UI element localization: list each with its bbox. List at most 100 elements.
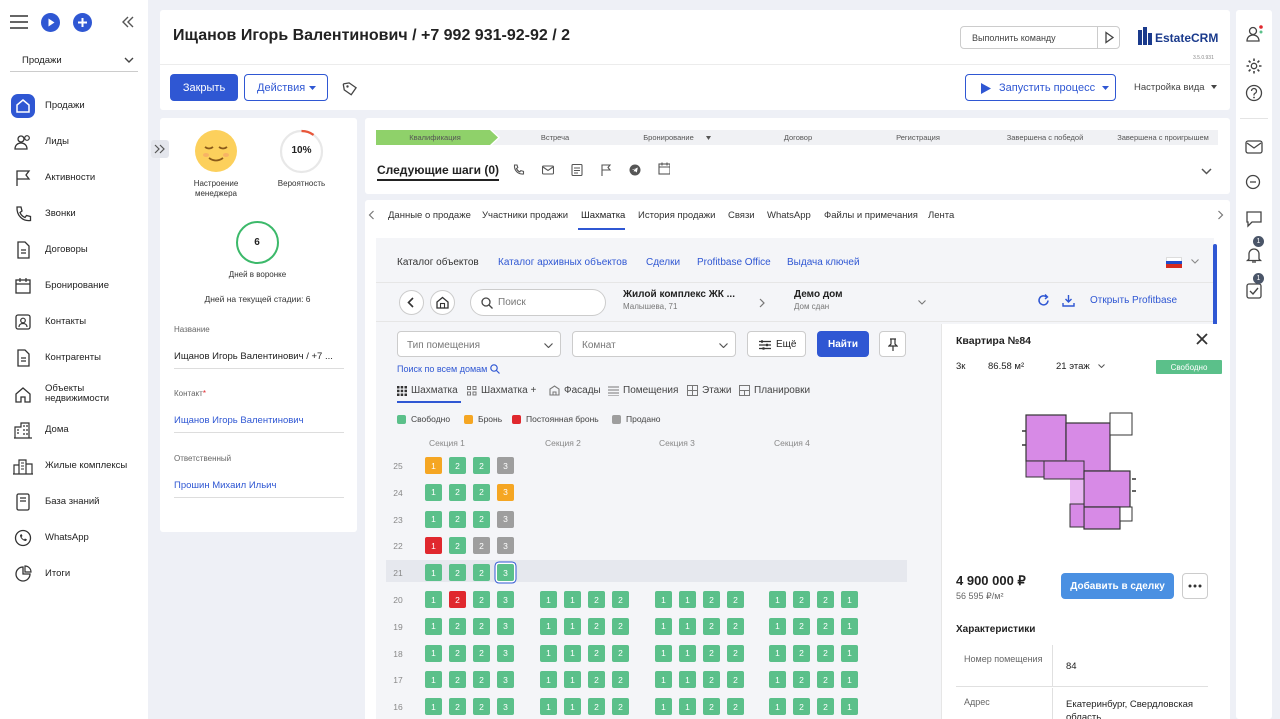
flat-cell[interactable]: 1 [769,617,786,635]
mail-icon[interactable] [1244,137,1264,157]
tag-icon[interactable] [342,81,357,96]
tab-feed[interactable]: Лента [928,210,954,221]
sidebar-item-activities[interactable]: Активности [0,160,148,196]
sidebar-item-calls[interactable]: Звонки [0,196,148,232]
flat-cell[interactable]: 1 [655,591,672,608]
flat-cell[interactable]: 2 [473,617,490,635]
phone-icon[interactable] [513,164,525,176]
view-tab-facades[interactable]: Фасады [549,385,601,396]
flat-cell[interactable]: 1 [425,591,442,608]
note-icon[interactable] [571,164,583,176]
name-field[interactable]: Ищанов Игорь Валентинович / +7 ... [174,351,344,369]
run-process-button[interactable]: Запустить процесс [965,74,1116,101]
flat-cell[interactable]: 1 [540,591,557,608]
telegram-icon[interactable] [629,164,641,176]
flat-cell[interactable]: 1 [564,591,581,608]
catalog-tab-profitbase[interactable]: Profitbase Office [697,257,771,268]
flat-cell[interactable]: 2 [727,671,744,689]
flat-cell[interactable]: 2 [449,537,466,555]
flat-cell[interactable]: 2 [703,671,720,689]
flat-cell[interactable]: 1 [540,644,557,662]
flat-cell[interactable]: 2 [449,564,466,582]
flat-cell[interactable]: 2 [793,617,810,635]
flat-cell[interactable]: 2 [588,617,605,635]
flat-cell[interactable]: 2 [612,591,629,608]
flat-floor-select[interactable]: 21 этаж [1056,361,1106,372]
flat-cell[interactable]: 2 [449,671,466,689]
flat-cell[interactable]: 2 [449,591,466,608]
flat-cell[interactable]: 2 [588,644,605,662]
task-icon[interactable] [1244,281,1264,301]
house-selector[interactable]: Демо дом Дом сдан [794,289,929,316]
flat-cell[interactable]: 1 [679,671,696,689]
flat-cell[interactable]: 1 [425,483,442,501]
view-tab-floors[interactable]: Этажи [687,385,732,396]
flat-cell[interactable]: 1 [425,537,442,555]
flat-cell[interactable]: 1 [769,591,786,608]
back-button[interactable] [399,290,424,315]
module-select[interactable]: Продажи [10,51,138,72]
download-icon[interactable] [1062,294,1075,307]
help-icon[interactable] [1244,83,1264,103]
flat-cell[interactable]: 2 [793,644,810,662]
catalog-tab-deals[interactable]: Сделки [646,257,680,268]
flat-cell[interactable]: 1 [564,698,581,716]
flat-cell[interactable]: 3 [497,591,514,608]
contact-field[interactable]: Ищанов Игорь Валентинович [174,415,344,433]
home-button[interactable] [430,290,455,315]
flat-cell[interactable]: 1 [841,644,858,662]
expand-panel-icon[interactable] [151,140,169,158]
flat-cell[interactable]: 3 [497,510,514,528]
flat-cell[interactable]: 1 [679,591,696,608]
flat-cell[interactable]: 2 [817,671,834,689]
flat-cell[interactable]: 2 [588,698,605,716]
next-steps-title[interactable]: Следующие шаги (0) [377,163,500,181]
sidebar-item-results[interactable]: Итоги [0,556,148,592]
sidebar-item-sales[interactable]: Продажи [0,88,148,124]
sidebar-item-contacts[interactable]: Контакты [0,304,148,340]
flat-cell[interactable]: 2 [727,644,744,662]
flat-cell[interactable]: 2 [612,671,629,689]
flat-cell[interactable]: 2 [817,644,834,662]
chat-icon[interactable] [1244,173,1264,193]
flat-cell[interactable]: 1 [425,644,442,662]
flat-cell[interactable]: 1 [425,671,442,689]
flat-cell[interactable]: 1 [841,617,858,635]
responsible-field[interactable]: Прошин Михаил Ильич [174,480,344,498]
refresh-icon[interactable] [1037,294,1050,307]
flat-cell[interactable]: 3 [497,617,514,635]
floor-plan-image[interactable] [1020,409,1138,537]
flat-cell[interactable]: 2 [473,457,490,474]
user-icon[interactable] [1244,24,1264,44]
actions-button[interactable]: Действия [244,74,328,101]
flat-cell[interactable]: 3 [497,483,514,501]
flat-cell[interactable]: 2 [703,591,720,608]
open-profitbase-link[interactable]: Открыть Profitbase [1090,295,1177,306]
pin-button[interactable] [879,331,906,357]
flat-cell[interactable]: 3 [497,644,514,662]
flat-cell[interactable]: 2 [473,644,490,662]
sidebar-item-booking[interactable]: Бронирование [0,268,148,304]
stage-meeting[interactable]: Встреча [505,130,605,145]
flat-cell[interactable]: 1 [655,698,672,716]
flat-cell[interactable]: 2 [612,698,629,716]
flat-cell[interactable]: 2 [588,671,605,689]
flat-cell[interactable]: 2 [817,698,834,716]
flat-cell[interactable]: 1 [841,671,858,689]
flat-cell[interactable]: 3 [497,671,514,689]
flat-cell[interactable]: 1 [564,671,581,689]
view-tab-layouts[interactable]: Планировки [739,385,810,396]
flat-cell[interactable]: 1 [540,617,557,635]
flat-cell[interactable]: 2 [449,698,466,716]
flat-cell[interactable]: 2 [727,617,744,635]
flat-cell[interactable]: 2 [817,617,834,635]
sidebar-item-whatsapp[interactable]: WhatsApp [0,520,148,556]
flat-cell[interactable]: 2 [727,591,744,608]
view-tab-rooms[interactable]: Помещения [608,385,678,396]
find-button[interactable]: Найти [817,331,869,357]
flat-cell[interactable]: 3 [497,457,514,474]
run-command-icon[interactable] [1097,27,1120,48]
flat-cell[interactable]: 2 [473,591,490,608]
sidebar-item-houses[interactable]: Дома [0,412,148,448]
flat-cell[interactable]: 1 [655,644,672,662]
